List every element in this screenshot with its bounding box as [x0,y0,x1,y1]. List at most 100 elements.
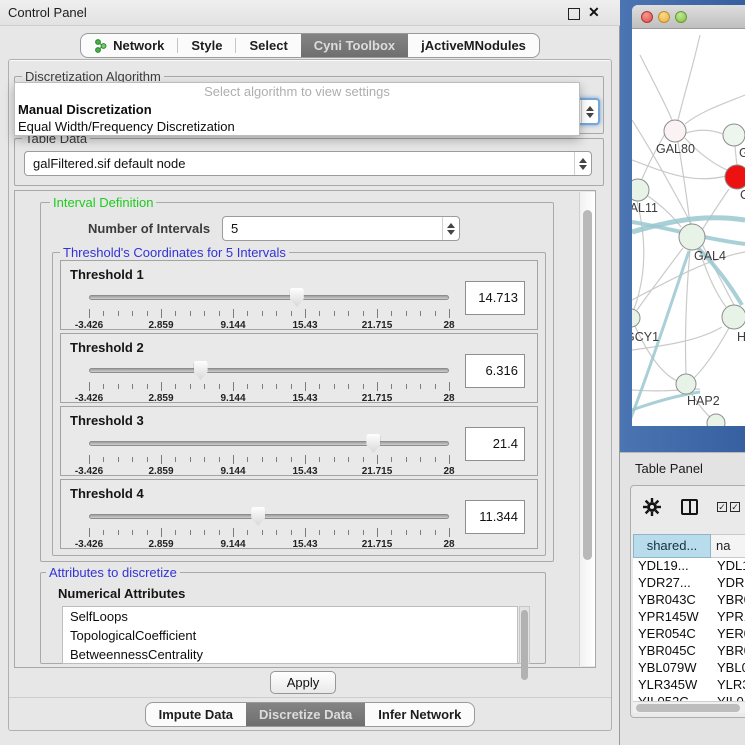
interval-definition-label: Interval Definition [50,195,156,210]
table-row[interactable]: YDR27...YDR2 [633,575,745,592]
network-edge[interactable] [678,35,700,120]
threshold-panel: Threshold 2-3.4262.8599.14415.4321.71528… [60,333,538,403]
network-edge[interactable] [640,55,672,120]
attribute-list-item[interactable]: SelfLoops [63,607,517,626]
tick-mark [276,457,277,462]
column-header-name[interactable]: na [711,534,745,558]
threshold-slider[interactable]: -3.4262.8599.14415.4321.71528 [89,506,449,548]
tick-mark [377,528,378,537]
split-view-icon[interactable] [681,499,698,515]
network-edge[interactable] [634,201,644,309]
dropdown-option-equal-width[interactable]: Equal Width/Frequency Discretization [15,118,579,135]
table-row[interactable]: YDL19...YDL1 [633,558,745,575]
threshold-slider[interactable]: -3.4262.8599.14415.4321.71528 [89,360,449,402]
threshold-slider[interactable]: -3.4262.8599.14415.4321.71528 [89,433,449,475]
network-edge[interactable] [686,250,691,374]
tick-mark [175,384,176,389]
table-data-combobox[interactable]: galFiltered.sif default node [24,151,592,176]
scrollbar-thumb[interactable] [636,704,740,712]
zoom-traffic-light-icon[interactable] [675,11,687,23]
slider-thumb[interactable] [194,361,208,380]
tab-cyni-toolbox[interactable]: Cyni Toolbox [301,34,408,57]
slider-track[interactable] [89,368,449,373]
numerical-attributes-list[interactable]: SelfLoopsTopologicalCoefficientBetweenne… [62,606,518,664]
network-edge[interactable] [702,189,729,230]
tick-label: 15.43 [292,320,317,331]
network-edge[interactable] [686,130,723,134]
threshold-value-field[interactable]: 14.713 [465,281,525,315]
apply-button[interactable]: Apply [270,671,336,694]
column-header-shared-name[interactable]: shared... [633,534,711,558]
numerical-attributes-heading: Numerical Attributes [58,586,185,601]
table-row[interactable]: YLR345WYLR3 [633,677,745,694]
network-node-node-right-mid[interactable] [722,305,745,329]
checkbox-icon[interactable]: ✓ [730,502,740,512]
network-node-node-bottom-partial[interactable] [707,414,725,426]
network-node-node-right-top[interactable] [723,124,745,146]
tab-discretize-data[interactable]: Discretize Data [246,703,365,726]
tick-mark [190,530,191,535]
scrollbar-thumb[interactable] [521,610,528,680]
tick-mark [391,384,392,389]
attribute-list-item[interactable]: BetweennessCentrality [63,645,517,664]
gear-icon[interactable] [643,498,661,516]
table-row[interactable]: YPR145WYPR1 [633,609,745,626]
slider-track[interactable] [89,441,449,446]
network-node-GCY1[interactable] [632,309,640,327]
network-edge[interactable] [685,95,745,124]
slider-track[interactable] [89,295,449,300]
tick-mark [262,384,263,389]
tab-jactivemnodules[interactable]: jActiveMNodules [408,34,539,57]
tick-label: 15.43 [292,466,317,477]
tab-infer-network[interactable]: Infer Network [365,703,474,726]
number-of-intervals-combobox[interactable]: 5 [222,216,460,241]
network-node-selected-node[interactable] [725,165,745,189]
combo-stepper-icon[interactable] [574,152,591,175]
slider-thumb[interactable] [251,507,265,526]
network-edge[interactable] [735,146,737,165]
slider-thumb[interactable] [366,434,380,453]
tick-mark [204,311,205,316]
threshold-value-field[interactable]: 6.316 [465,354,525,388]
network-node-GAL11[interactable] [632,179,649,201]
network-edge[interactable] [694,328,729,378]
slider-track[interactable] [89,514,449,519]
table-row[interactable]: YIL052CYIL0 [633,694,745,701]
tick-label: 21.715 [362,539,393,550]
attribute-list-item[interactable]: TopologicalCoefficient [63,626,517,645]
dropdown-option-manual[interactable]: Manual Discretization [15,101,579,118]
close-icon[interactable]: ✕ [588,4,600,21]
table-row[interactable]: YBR043CYBR0 [633,592,745,609]
scrollbar-thumb[interactable] [583,210,592,560]
combo-stepper-icon[interactable] [581,100,598,123]
slider-ticks [89,455,449,465]
checkbox-icon[interactable]: ✓ [717,502,727,512]
horizontal-scrollbar[interactable] [633,701,745,713]
vertical-scrollbar[interactable] [579,192,595,666]
network-node-GAL4[interactable] [679,224,705,250]
slider-thumb[interactable] [290,288,304,307]
tab-impute-data[interactable]: Impute Data [146,703,246,726]
table-row[interactable]: YBR045CYBR0 [633,643,745,660]
network-node-HAP2[interactable] [676,374,696,394]
table-row[interactable]: YER054CYER0 [633,626,745,643]
tab-network[interactable]: Network [81,34,177,57]
network-graph-canvas[interactable]: GAL80GACGAL11GAL4GCY1HHAP2 [632,29,745,426]
threshold-slider[interactable]: -3.4262.8599.14415.4321.71528 [89,287,449,329]
network-node-GAL80[interactable] [664,120,686,142]
attributes-scrollbar[interactable] [519,606,530,664]
tab-style[interactable]: Style [178,34,235,57]
threshold-value-field[interactable]: 21.4 [465,427,525,461]
tick-mark [219,311,220,316]
tick-mark [449,455,450,464]
combo-stepper-icon[interactable] [442,217,459,240]
tick-mark [247,311,248,316]
threshold-value-field[interactable]: 11.344 [465,500,525,534]
float-window-icon[interactable] [568,8,580,20]
minimize-traffic-light-icon[interactable] [658,11,670,23]
tab-select[interactable]: Select [236,34,300,57]
close-traffic-light-icon[interactable] [641,11,653,23]
table-row[interactable]: YBL079WYBL0 [633,660,745,677]
tick-mark [89,382,90,391]
network-node-label: GAL80 [656,142,695,156]
